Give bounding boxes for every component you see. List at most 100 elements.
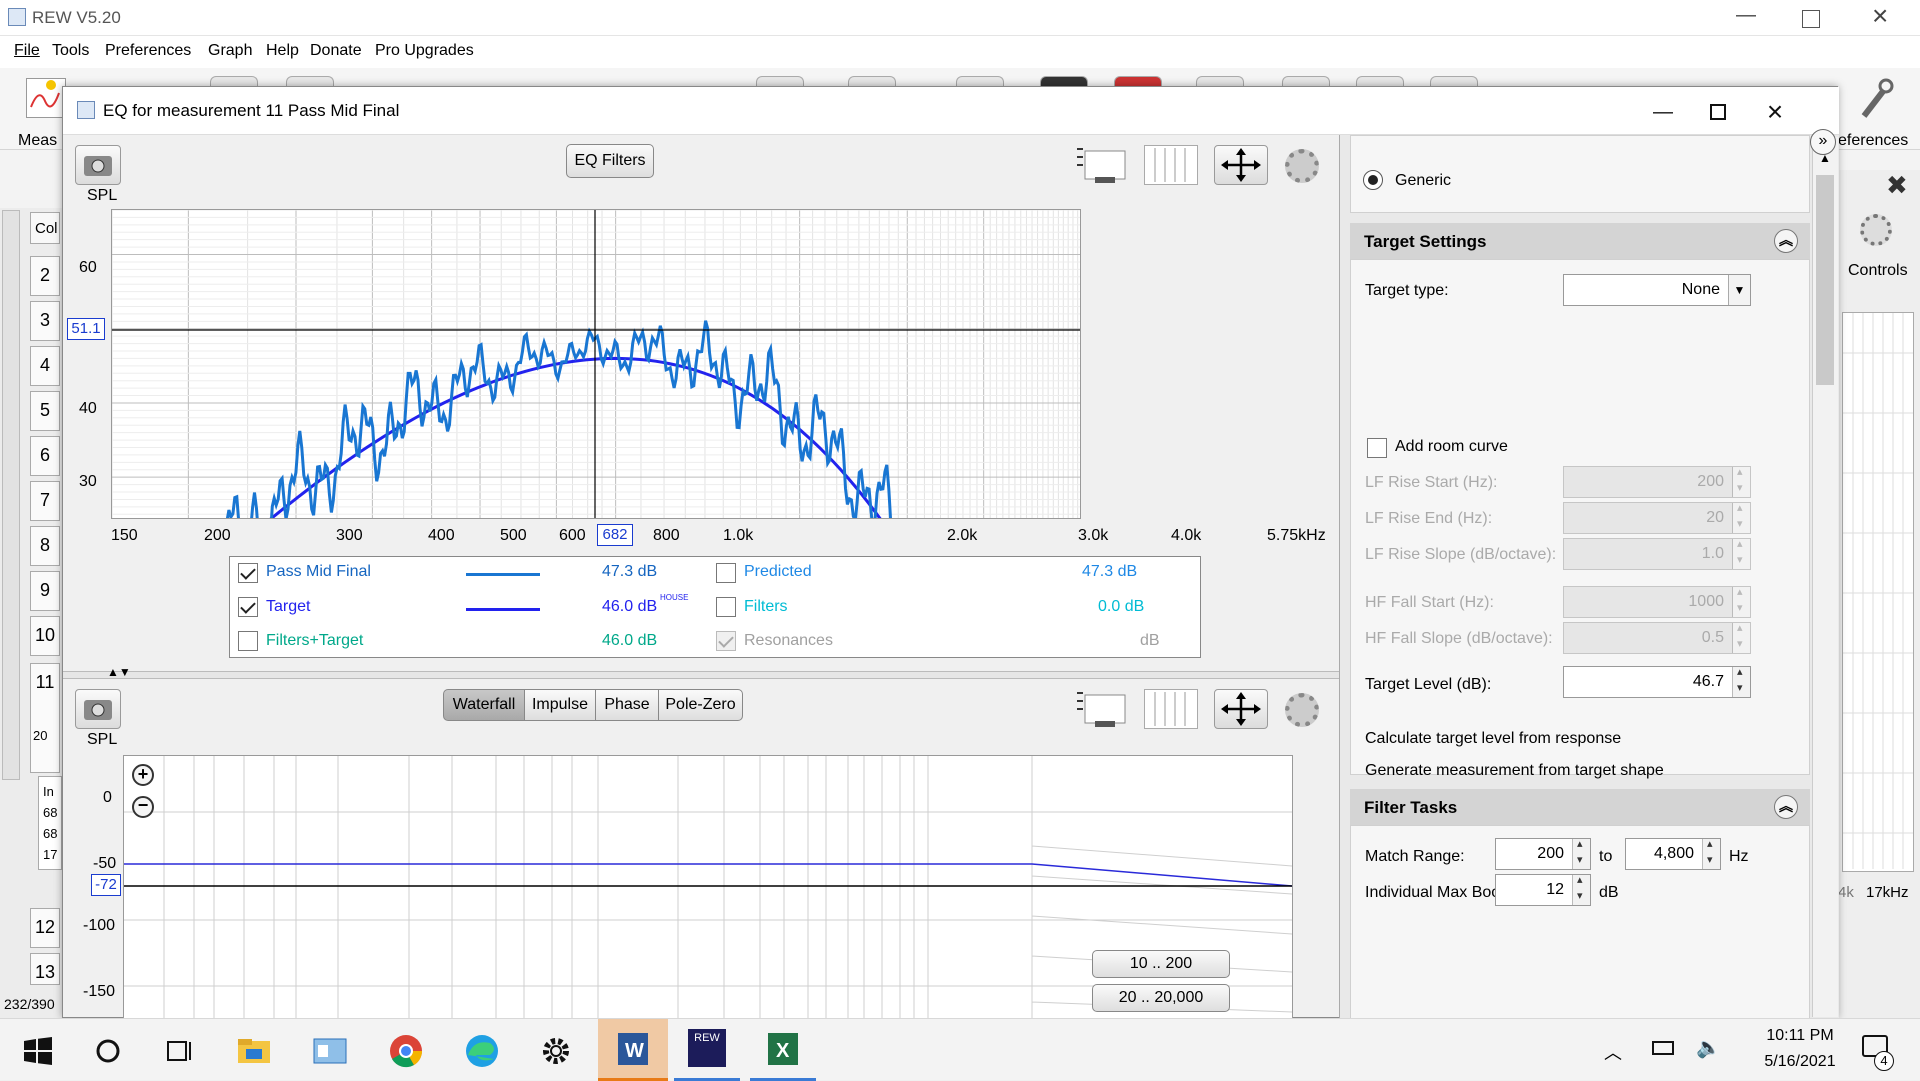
fit-columns-icon[interactable]	[1144, 689, 1198, 729]
excel-taskbar-button[interactable]: X	[750, 1019, 816, 1081]
word-taskbar-button[interactable]: W	[598, 1019, 668, 1081]
toolbar-button-stub[interactable]	[286, 76, 334, 86]
controls-gear-icon[interactable]	[1860, 214, 1892, 246]
preferences-icon[interactable]	[1858, 76, 1894, 120]
menu-tools[interactable]: Tools	[52, 42, 89, 60]
scroll-thumb[interactable]	[1816, 175, 1834, 385]
graph-splitter[interactable]	[63, 671, 1339, 679]
fit-columns-icon[interactable]	[1144, 145, 1198, 185]
toolbar-button-stub[interactable]	[1040, 76, 1088, 86]
filters-checkbox[interactable]	[716, 597, 736, 617]
filters-target-checkbox[interactable]	[238, 631, 258, 651]
range-20-20000-button[interactable]: 20 .. 20,000	[1092, 984, 1230, 1012]
settings-icon[interactable]	[534, 1029, 578, 1073]
collapse-chevron-icon[interactable]: ︽	[1774, 229, 1798, 253]
chevron-down-icon[interactable]: ▼	[1728, 275, 1750, 305]
battery-icon[interactable]	[1652, 1041, 1674, 1055]
waterfall-graph[interactable]: + − 10 .. 200 20 .. 20,000	[123, 755, 1293, 1022]
windows-start-icon[interactable]	[16, 1029, 60, 1073]
tab-phase[interactable]: Phase	[595, 689, 659, 721]
menu-graph[interactable]: Graph	[208, 42, 252, 60]
measurement-tab-9[interactable]: 9	[30, 571, 60, 611]
chrome-icon[interactable]	[384, 1029, 428, 1073]
pan-move-icon[interactable]	[1214, 145, 1268, 185]
screenshot-camera-icon[interactable]	[75, 689, 121, 729]
target-checkbox[interactable]	[238, 597, 258, 617]
generic-radio[interactable]	[1363, 170, 1383, 190]
settings-gear-icon[interactable]	[1285, 149, 1319, 183]
chevron-up-icon[interactable]: ︿	[1604, 1039, 1622, 1065]
toolbar-button-stub[interactable]	[1196, 76, 1244, 86]
measurement-tab-5[interactable]: 5	[30, 391, 60, 431]
predicted-checkbox[interactable]	[716, 563, 736, 583]
control-panel-icon[interactable]	[308, 1029, 352, 1073]
clock-time[interactable]: 10:11 PM	[1750, 1027, 1850, 1045]
toolbar-button-stub[interactable]	[1114, 76, 1162, 86]
toolbar-button-stub[interactable]	[1356, 76, 1404, 86]
task-view-icon[interactable]	[158, 1029, 202, 1073]
calculate-target-level-link[interactable]: Calculate target level from response	[1365, 730, 1621, 748]
list-scrollbar[interactable]	[2, 210, 20, 780]
restore-icon[interactable]	[1802, 10, 1820, 28]
maximize-icon[interactable]	[1703, 97, 1733, 127]
graph-limits-icon[interactable]	[1073, 145, 1129, 185]
add-room-curve-checkbox[interactable]	[1367, 438, 1387, 458]
match-range-to-field[interactable]: 4,800	[1625, 837, 1721, 870]
toolbar-button-stub[interactable]	[210, 76, 258, 86]
toolbar-button-stub[interactable]	[1282, 76, 1330, 86]
menu-pro-upgrades[interactable]: Pro Upgrades	[375, 42, 474, 60]
target-type-select[interactable]: None ▼	[1563, 274, 1751, 306]
menu-preferences[interactable]: Preferences	[105, 42, 191, 60]
measurement-tab-12[interactable]: 12	[30, 908, 60, 948]
splitter-arrows-icon[interactable]: ▲▼	[107, 665, 131, 679]
target-level-field[interactable]: 46.7	[1563, 665, 1751, 698]
volume-icon[interactable]: 🔈	[1696, 1035, 1721, 1060]
spinner-arrows-icon[interactable]	[1732, 665, 1750, 697]
measurement-tab-8[interactable]: 8	[30, 526, 60, 566]
menu-help[interactable]: Help	[266, 42, 299, 60]
settings-gear-icon[interactable]	[1285, 693, 1319, 727]
graph-limits-icon[interactable]	[1073, 689, 1129, 729]
measurement-tab-6[interactable]: 6	[30, 436, 60, 476]
target-settings-header[interactable]: Target Settings ︽	[1350, 223, 1810, 259]
screenshot-camera-icon[interactable]	[75, 145, 121, 185]
tab-impulse[interactable]: Impulse	[524, 689, 596, 721]
spinner-arrows-icon[interactable]	[1572, 837, 1590, 869]
tab-waterfall[interactable]: Waterfall	[443, 689, 525, 721]
measurement-tab-2[interactable]: 2	[30, 256, 60, 296]
measurement-tab-10[interactable]: 10	[30, 616, 60, 656]
close-icon[interactable]: ×	[1872, 0, 1888, 32]
collapse-chevron-icon[interactable]: ︽	[1774, 795, 1798, 819]
toolbar-button-stub[interactable]	[1430, 76, 1478, 86]
zoom-in-icon[interactable]: +	[132, 764, 154, 786]
rew-taskbar-button[interactable]: REW	[674, 1019, 740, 1081]
measurement-tab-13[interactable]: 13	[30, 953, 60, 985]
measurement-tab-3[interactable]: 3	[30, 301, 60, 341]
max-boost-field[interactable]: 12	[1495, 873, 1591, 906]
minimize-icon[interactable]: —	[1736, 4, 1756, 27]
search-icon[interactable]	[86, 1029, 130, 1073]
toolbar-button-stub[interactable]	[756, 76, 804, 86]
menu-file[interactable]: File	[14, 42, 40, 60]
clock-date[interactable]: 5/16/2021	[1745, 1053, 1855, 1071]
settings-scrollbar[interactable]: ▲	[1812, 137, 1838, 1017]
toolbar-button-stub[interactable]	[848, 76, 896, 86]
pass-mid-final-checkbox[interactable]	[238, 563, 258, 583]
spinner-arrows-icon[interactable]	[1572, 873, 1590, 905]
match-range-from-field[interactable]: 200	[1495, 837, 1591, 870]
menu-donate[interactable]: Donate	[310, 42, 362, 60]
pan-move-icon[interactable]	[1214, 689, 1268, 729]
minimize-icon[interactable]: —	[1648, 97, 1678, 127]
frequency-response-graph[interactable]	[111, 209, 1081, 519]
eq-filters-button[interactable]: EQ Filters	[566, 144, 654, 178]
edge-icon[interactable]	[460, 1029, 504, 1073]
file-explorer-icon[interactable]	[232, 1029, 276, 1073]
measurement-tab-7[interactable]: 7	[30, 481, 60, 521]
tab-pole-zero[interactable]: Pole-Zero	[658, 689, 743, 721]
filter-tasks-header[interactable]: Filter Tasks ︽	[1350, 789, 1810, 825]
measure-icon[interactable]	[26, 78, 66, 118]
zoom-out-icon[interactable]: −	[132, 796, 154, 818]
toolbar-button-stub[interactable]	[956, 76, 1004, 86]
generate-measurement-link[interactable]: Generate measurement from target shape	[1365, 762, 1664, 780]
measurement-tab-4[interactable]: 4	[30, 346, 60, 386]
